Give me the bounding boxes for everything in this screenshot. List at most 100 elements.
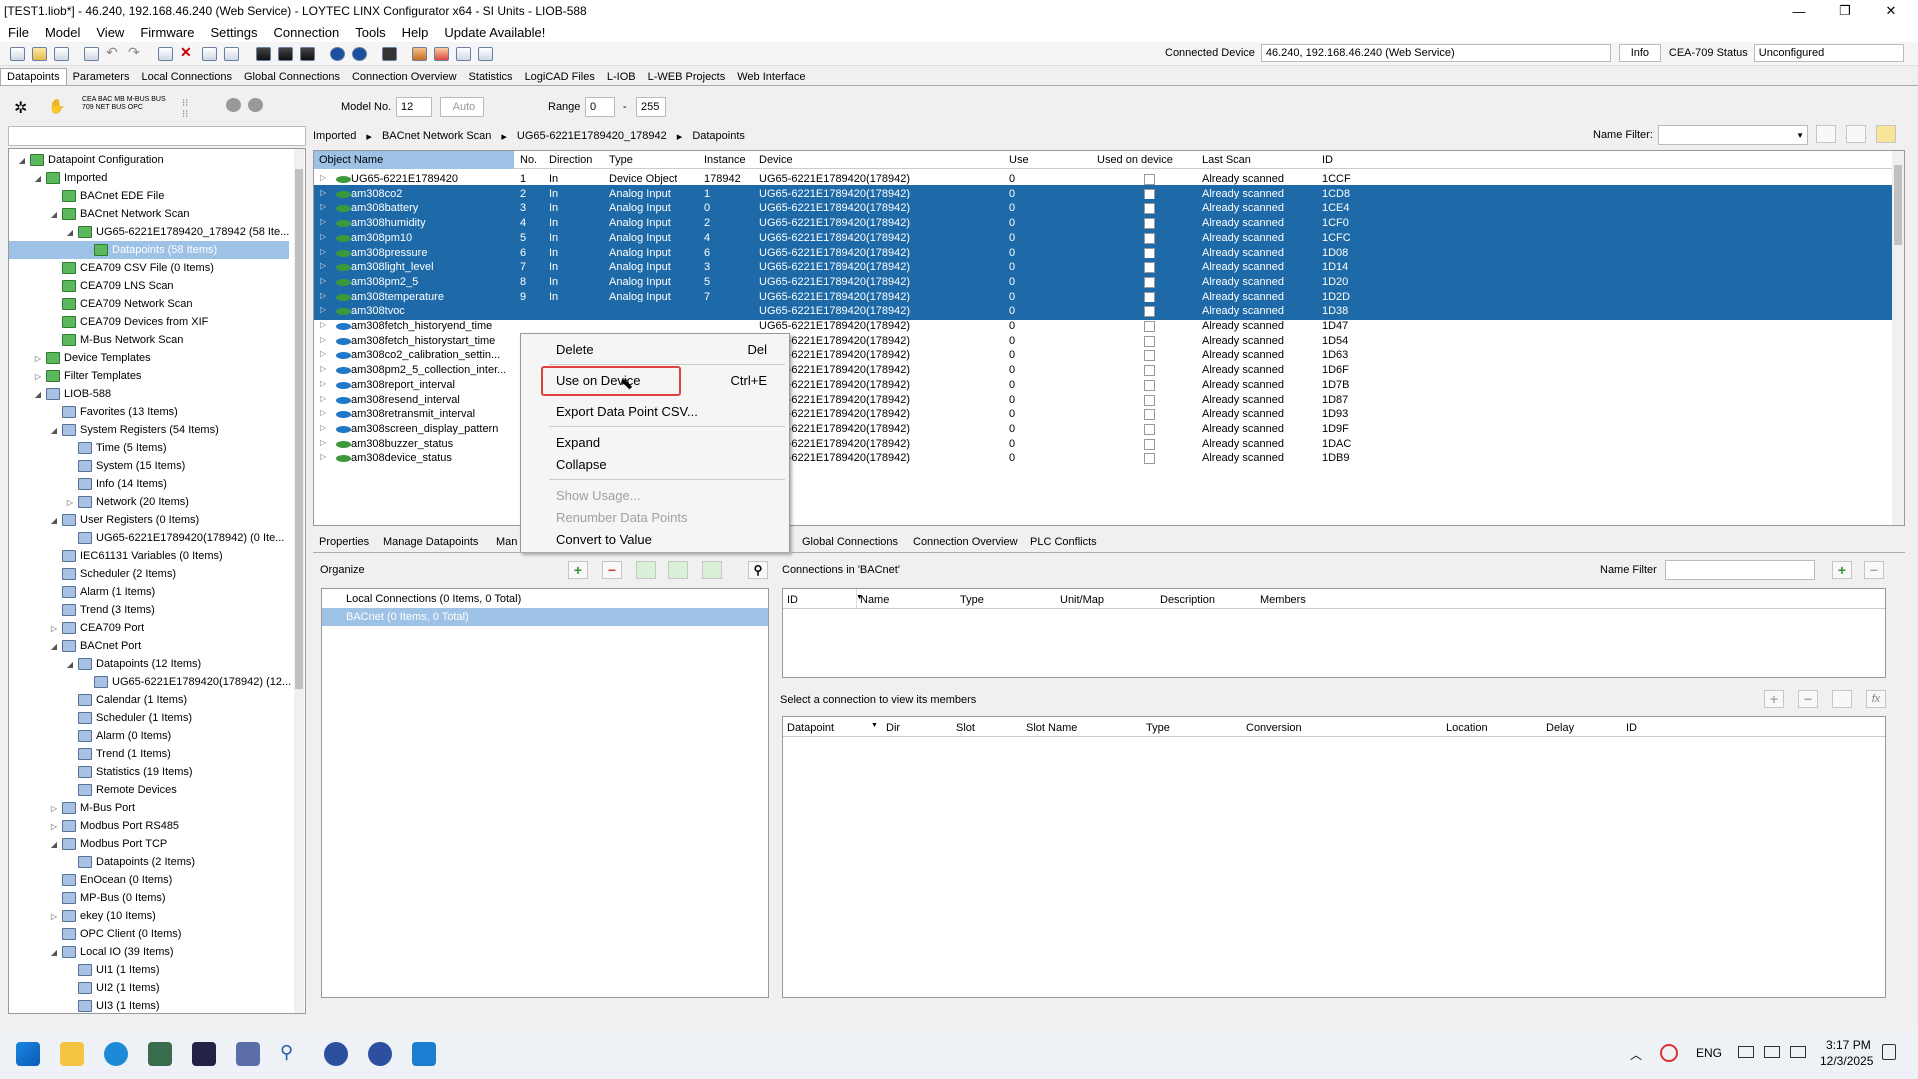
tree-item[interactable]: ◢ Modbus Port TCP xyxy=(49,835,167,853)
row-expand-icon[interactable]: ▷ xyxy=(320,305,326,314)
menu-view[interactable]: View xyxy=(88,25,132,40)
device-download-icon[interactable] xyxy=(278,47,293,61)
windows-start-icon[interactable] xyxy=(16,1042,40,1066)
display-icon[interactable] xyxy=(1738,1046,1754,1058)
menu-expand[interactable]: Expand xyxy=(556,435,600,450)
tab-logicad-files[interactable]: LogiCAD Files xyxy=(519,69,601,85)
tree-scrollbar[interactable] xyxy=(294,149,304,1013)
col-object-name[interactable]: Object Name xyxy=(314,151,514,169)
remove-icon[interactable]: − xyxy=(602,561,622,579)
used-on-device-checkbox[interactable] xyxy=(1144,218,1155,230)
disconnect-icon[interactable] xyxy=(352,47,367,61)
used-on-device-checkbox[interactable] xyxy=(1144,232,1155,244)
globe-icon[interactable] xyxy=(324,1042,348,1066)
notification-icon[interactable] xyxy=(1882,1044,1896,1060)
tree-item[interactable]: System (15 Items) xyxy=(65,457,185,475)
tree-item[interactable]: ▷ Network (20 Items) xyxy=(65,493,189,511)
menu-export-csv[interactable]: Export Data Point CSV... xyxy=(556,404,698,419)
row-expand-icon[interactable]: ▷ xyxy=(320,276,326,285)
link-icon[interactable] xyxy=(668,561,688,579)
menu-show-usage[interactable]: Show Usage... xyxy=(556,488,641,503)
tree-toggle-icon[interactable]: ◢ xyxy=(49,840,59,849)
tree-toggle-icon[interactable]: ▷ xyxy=(33,354,43,363)
speaker-icon[interactable] xyxy=(1764,1046,1780,1058)
conn-col-unitmap[interactable]: Unit/Map xyxy=(1056,594,1104,606)
mem-col-slot-name[interactable]: Slot Name xyxy=(1026,722,1077,734)
star-icon[interactable]: ✲ xyxy=(14,98,29,117)
dots-icon[interactable]: ⁝⁝ ⁝⁝ xyxy=(182,98,197,120)
tab-plc-conflicts[interactable]: PLC Conflicts xyxy=(1030,536,1097,548)
tree-toggle-icon[interactable]: ◢ xyxy=(49,210,59,219)
tree-item[interactable]: Info (14 Items) xyxy=(65,475,167,493)
filter-clear-icon[interactable] xyxy=(1846,125,1866,143)
tree-item[interactable]: ▷ Filter Templates xyxy=(33,367,141,385)
tab-parameters[interactable]: Parameters xyxy=(67,69,136,85)
arrows-icon[interactable] xyxy=(434,47,449,61)
tree-item[interactable]: UI1 (1 Items) xyxy=(65,961,160,979)
tree-item[interactable]: UG65-6221E1789420(178942) (12... xyxy=(81,673,291,691)
file-explorer-icon[interactable] xyxy=(60,1042,84,1066)
undo-icon[interactable]: ↶ xyxy=(106,44,121,60)
tree-toggle-icon[interactable]: ▷ xyxy=(49,804,59,813)
used-on-device-checkbox[interactable] xyxy=(1144,379,1155,391)
tab-global-connections[interactable]: Global Connections xyxy=(238,69,346,85)
mem-col-location[interactable]: Location xyxy=(1446,722,1488,734)
local-connections-item[interactable]: Local Connections (0 Items, 0 Total) xyxy=(322,590,768,608)
tree-item[interactable]: Statistics (19 Items) xyxy=(65,763,193,781)
tree-item[interactable]: Scheduler (2 Items) xyxy=(49,565,176,583)
tab-bottom-connection-overview[interactable]: Connection Overview xyxy=(913,536,1018,548)
row-expand-icon[interactable]: ▷ xyxy=(320,261,326,270)
connect-icon[interactable] xyxy=(330,47,345,61)
conn-col-description[interactable]: Description xyxy=(1156,594,1215,606)
network-icon[interactable] xyxy=(382,47,397,61)
menu-tools[interactable]: Tools xyxy=(347,25,393,40)
tree-toggle-icon[interactable]: ▷ xyxy=(49,912,59,921)
col-direction[interactable]: Direction xyxy=(549,154,592,166)
mem-col-slot[interactable]: Slot xyxy=(956,722,975,734)
settings-list-icon[interactable] xyxy=(456,47,471,61)
menu-model[interactable]: Model xyxy=(37,25,88,40)
tree-item[interactable]: M-Bus Network Scan xyxy=(49,331,183,349)
add-icon[interactable]: + xyxy=(568,561,588,579)
col-device[interactable]: Device xyxy=(759,154,793,166)
copy-icon[interactable] xyxy=(158,47,173,61)
tab-lweb-projects[interactable]: L-WEB Projects xyxy=(642,69,732,85)
tab-bottom-global-connections[interactable]: Global Connections xyxy=(802,536,898,548)
tab-liob[interactable]: L-IOB xyxy=(601,69,642,85)
tree-item[interactable]: UI2 (1 Items) xyxy=(65,979,160,997)
close-button[interactable]: ✕ xyxy=(1868,0,1914,22)
name-filter-dropdown[interactable]: ▼ xyxy=(1658,125,1808,145)
device-sync-icon[interactable] xyxy=(300,47,315,61)
tray-chevron-icon[interactable]: ︿ xyxy=(1630,1046,1642,1063)
used-on-device-checkbox[interactable] xyxy=(1144,365,1155,377)
menu-renumber[interactable]: Renumber Data Points xyxy=(556,510,688,525)
tree-item[interactable]: Calendar (1 Items) xyxy=(65,691,187,709)
col-used-on-device[interactable]: Used on device xyxy=(1097,154,1173,166)
tree-item[interactable]: ◢ BACnet Port xyxy=(49,637,141,655)
tree-toggle-icon[interactable]: ◢ xyxy=(33,174,43,183)
battery-icon[interactable] xyxy=(1790,1046,1806,1058)
tree-item[interactable]: BACnet EDE File xyxy=(49,187,164,205)
used-on-device-checkbox[interactable] xyxy=(1144,394,1155,406)
linx-configurator-icon[interactable] xyxy=(148,1042,172,1066)
used-on-device-checkbox[interactable] xyxy=(1144,247,1155,259)
tree-item[interactable]: UG65-6221E1789420(178942) (0 Ite... xyxy=(65,529,284,547)
mem-col-delay[interactable]: Delay xyxy=(1546,722,1574,734)
mem-col-id[interactable]: ID xyxy=(1626,722,1637,734)
open-folder-icon[interactable] xyxy=(32,47,47,61)
tree-item[interactable]: Alarm (0 Items) xyxy=(65,727,171,745)
mem-col-type[interactable]: Type xyxy=(1146,722,1170,734)
maximize-button[interactable]: ❐ xyxy=(1822,0,1868,22)
col-no[interactable]: No. xyxy=(520,154,537,166)
tree-toggle-icon[interactable]: ▷ xyxy=(65,498,75,507)
range-to-field[interactable]: 255 xyxy=(636,97,666,117)
model-field[interactable]: 12 xyxy=(396,97,432,117)
tree-item[interactable]: ◢ System Registers (54 Items) xyxy=(49,421,219,439)
row-expand-icon[interactable]: ▷ xyxy=(320,394,326,403)
tab-properties[interactable]: Properties xyxy=(319,536,369,548)
tree-item[interactable]: OPC Client (0 Items) xyxy=(49,925,181,943)
language-indicator[interactable]: ENG xyxy=(1696,1046,1722,1060)
used-on-device-checkbox[interactable] xyxy=(1144,409,1155,421)
tree-toggle-icon[interactable]: ◢ xyxy=(49,642,59,651)
tree-item[interactable]: ▷ Modbus Port RS485 xyxy=(49,817,179,835)
